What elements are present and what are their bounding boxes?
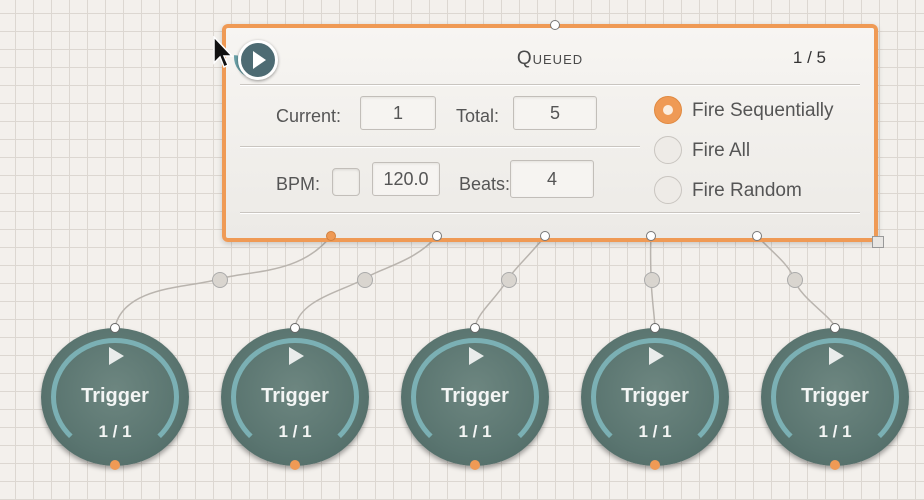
- trigger-output-port[interactable]: [830, 460, 840, 470]
- fire-random-label[interactable]: Fire Random: [692, 180, 802, 202]
- trigger-node-3[interactable]: Trigger 1 / 1: [401, 323, 549, 470]
- trigger-label: Trigger: [801, 385, 869, 407]
- trigger-input-port[interactable]: [470, 323, 480, 333]
- wire-knot-2[interactable]: [357, 272, 373, 288]
- fire-random-radio[interactable]: [654, 176, 682, 204]
- total-label: Total:: [456, 106, 500, 126]
- fire-all-radio[interactable]: [654, 136, 682, 164]
- trigger-label: Trigger: [81, 385, 149, 407]
- output-port-3[interactable]: [540, 231, 550, 241]
- beats-label: Beats:: [459, 174, 511, 194]
- trigger-node-1[interactable]: Trigger 1 / 1: [41, 323, 189, 470]
- trigger-count: 1 / 1: [278, 422, 312, 441]
- bpm-field[interactable]: 120.0: [372, 162, 440, 196]
- output-port-2[interactable]: [432, 231, 442, 241]
- trigger-input-port[interactable]: [290, 323, 300, 333]
- trigger-node-2[interactable]: Trigger 1 / 1: [221, 323, 369, 470]
- trigger-output-port[interactable]: [110, 460, 120, 470]
- play-icon[interactable]: [469, 347, 484, 365]
- output-port-4[interactable]: [646, 231, 656, 241]
- fire-sequentially-label[interactable]: Fire Sequentially: [692, 100, 834, 122]
- fire-all-label[interactable]: Fire All: [692, 140, 750, 162]
- current-field[interactable]: 1: [360, 96, 436, 130]
- play-icon[interactable]: [649, 347, 664, 365]
- node-title: Queued: [516, 48, 584, 69]
- mouse-cursor-icon: [213, 36, 234, 69]
- trigger-label: Trigger: [261, 385, 329, 407]
- current-label: Current:: [276, 106, 342, 126]
- trigger-count: 1 / 1: [638, 422, 672, 441]
- trigger-node-5[interactable]: Trigger 1 / 1: [761, 323, 909, 470]
- output-port-5[interactable]: [752, 231, 762, 241]
- divider-top: [240, 84, 860, 86]
- play-icon[interactable]: [829, 347, 844, 365]
- trigger-count: 1 / 1: [818, 422, 852, 441]
- trigger-input-port[interactable]: [650, 323, 660, 333]
- play-icon[interactable]: [109, 347, 124, 365]
- wire-knot-5[interactable]: [787, 272, 803, 288]
- trigger-output-port[interactable]: [470, 460, 480, 470]
- trigger-output-port[interactable]: [290, 460, 300, 470]
- trigger-label: Trigger: [441, 385, 509, 407]
- fire-sequentially-radio[interactable]: [654, 96, 682, 124]
- resize-handle-icon[interactable]: [872, 236, 884, 248]
- bpm-label: BPM:: [276, 174, 321, 194]
- divider-bottom: [240, 212, 860, 214]
- trigger-label: Trigger: [621, 385, 689, 407]
- trigger-input-port[interactable]: [830, 323, 840, 333]
- queued-node-panel[interactable]: Queued 1 / 5 Current: 1 Total: 5 BPM: 12…: [222, 24, 884, 248]
- wire-knot-4[interactable]: [644, 272, 660, 288]
- trigger-output-port[interactable]: [650, 460, 660, 470]
- trigger-count: 1 / 1: [98, 422, 132, 441]
- wire-knot-1[interactable]: [212, 272, 228, 288]
- play-icon[interactable]: [289, 347, 304, 365]
- beats-field[interactable]: 4: [510, 160, 594, 198]
- node-counter: 1 / 5: [792, 48, 826, 67]
- trigger-count: 1 / 1: [458, 422, 492, 441]
- trigger-input-port[interactable]: [110, 323, 120, 333]
- total-field[interactable]: 5: [513, 96, 597, 130]
- input-port[interactable]: [550, 20, 560, 30]
- output-port-1[interactable]: [326, 231, 336, 241]
- divider-middle: [240, 146, 640, 148]
- bpm-checkbox[interactable]: [332, 168, 360, 196]
- trigger-node-4[interactable]: Trigger 1 / 1: [581, 323, 729, 470]
- wire-knot-3[interactable]: [501, 272, 517, 288]
